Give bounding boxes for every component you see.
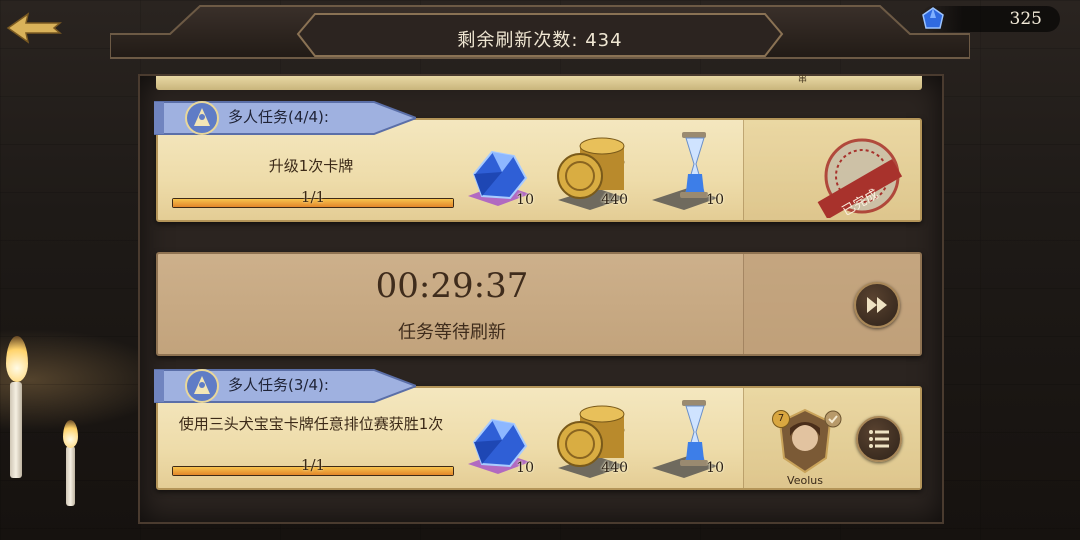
task-card[interactable]: 多人任务(4/4): 升级1次卡牌 1/1 10 440 10 已完成: [153, 101, 922, 222]
reward-coins[interactable]: 440: [552, 126, 632, 212]
candle-left: [10, 382, 22, 478]
task-ribbon: 多人任务(4/4):: [153, 98, 419, 138]
task-ribbon-label: 多人任务(4/4):: [228, 108, 329, 126]
list-icon: [869, 430, 889, 448]
gem-count: 325: [1009, 9, 1042, 29]
reward-coins[interactable]: 440: [552, 394, 632, 480]
candle-right: [66, 446, 75, 506]
refresh-timer: 00:29:37: [375, 266, 529, 306]
reward-qty: 10: [706, 192, 724, 208]
back-button[interactable]: [4, 8, 63, 48]
reward-qty: 10: [516, 192, 534, 208]
task-progress-bar: 1/1: [172, 456, 454, 476]
skip-wait-button[interactable]: [854, 282, 900, 328]
waiting-task-card: 00:29:37 任务等待刷新: [156, 252, 922, 356]
task-list-button[interactable]: [856, 416, 902, 462]
waiting-label: 任务等待刷新: [398, 322, 506, 343]
helper-name: Veolus: [787, 474, 823, 487]
peek-fragment: 串: [798, 75, 808, 85]
header-plaque: 剩余刷新次数: 434: [109, 0, 971, 70]
previous-card-edge: 串: [156, 75, 922, 90]
check-icon: [824, 410, 842, 428]
reward-qty: 440: [601, 460, 628, 476]
progress-text: 1/1: [300, 188, 326, 206]
multiplayer-emblem-icon: [185, 369, 219, 403]
reward-qty: 10: [516, 460, 534, 476]
task-description: 使用三头犬宝宝卡牌任意排位赛获胜1次: [178, 415, 444, 433]
task-screen: 剩余刷新次数: 434 325 串 多人任务(4/4): 升级1次卡牌 1/1 …: [0, 0, 1080, 540]
helper-avatar[interactable]: 7: [772, 408, 842, 474]
reward-qty: 10: [706, 460, 724, 476]
progress-text: 1/1: [300, 456, 326, 474]
candle-flame: [63, 420, 78, 448]
gem-counter: 325: [920, 6, 1060, 32]
reward-qty: 440: [601, 192, 628, 208]
blue-gem-icon: [922, 7, 944, 29]
task-ribbon: 多人任务(3/4):: [153, 366, 419, 406]
refresh-count-label: 剩余刷新次数: 434: [457, 30, 623, 51]
candle-flame: [6, 336, 28, 382]
back-arrow-icon: [6, 12, 63, 44]
reward-hourglass[interactable]: 10: [648, 394, 728, 480]
task-ribbon-label: 多人任务(3/4):: [228, 376, 329, 394]
task-card[interactable]: 多人任务(3/4): 使用三头犬宝宝卡牌任意排位赛获胜1次 1/1 10 440…: [153, 369, 922, 490]
multiplayer-emblem-icon: [185, 101, 219, 135]
task-progress-bar: 1/1: [172, 188, 454, 208]
completed-stamp: 已完成: [810, 136, 906, 219]
reward-hourglass[interactable]: 10: [648, 126, 728, 212]
fast-forward-icon: [867, 297, 887, 313]
reward-gems[interactable]: 10: [458, 394, 538, 480]
reward-gems[interactable]: 10: [458, 126, 538, 212]
helper-level-badge: 7: [772, 410, 790, 428]
task-description: 升级1次卡牌: [268, 157, 354, 175]
